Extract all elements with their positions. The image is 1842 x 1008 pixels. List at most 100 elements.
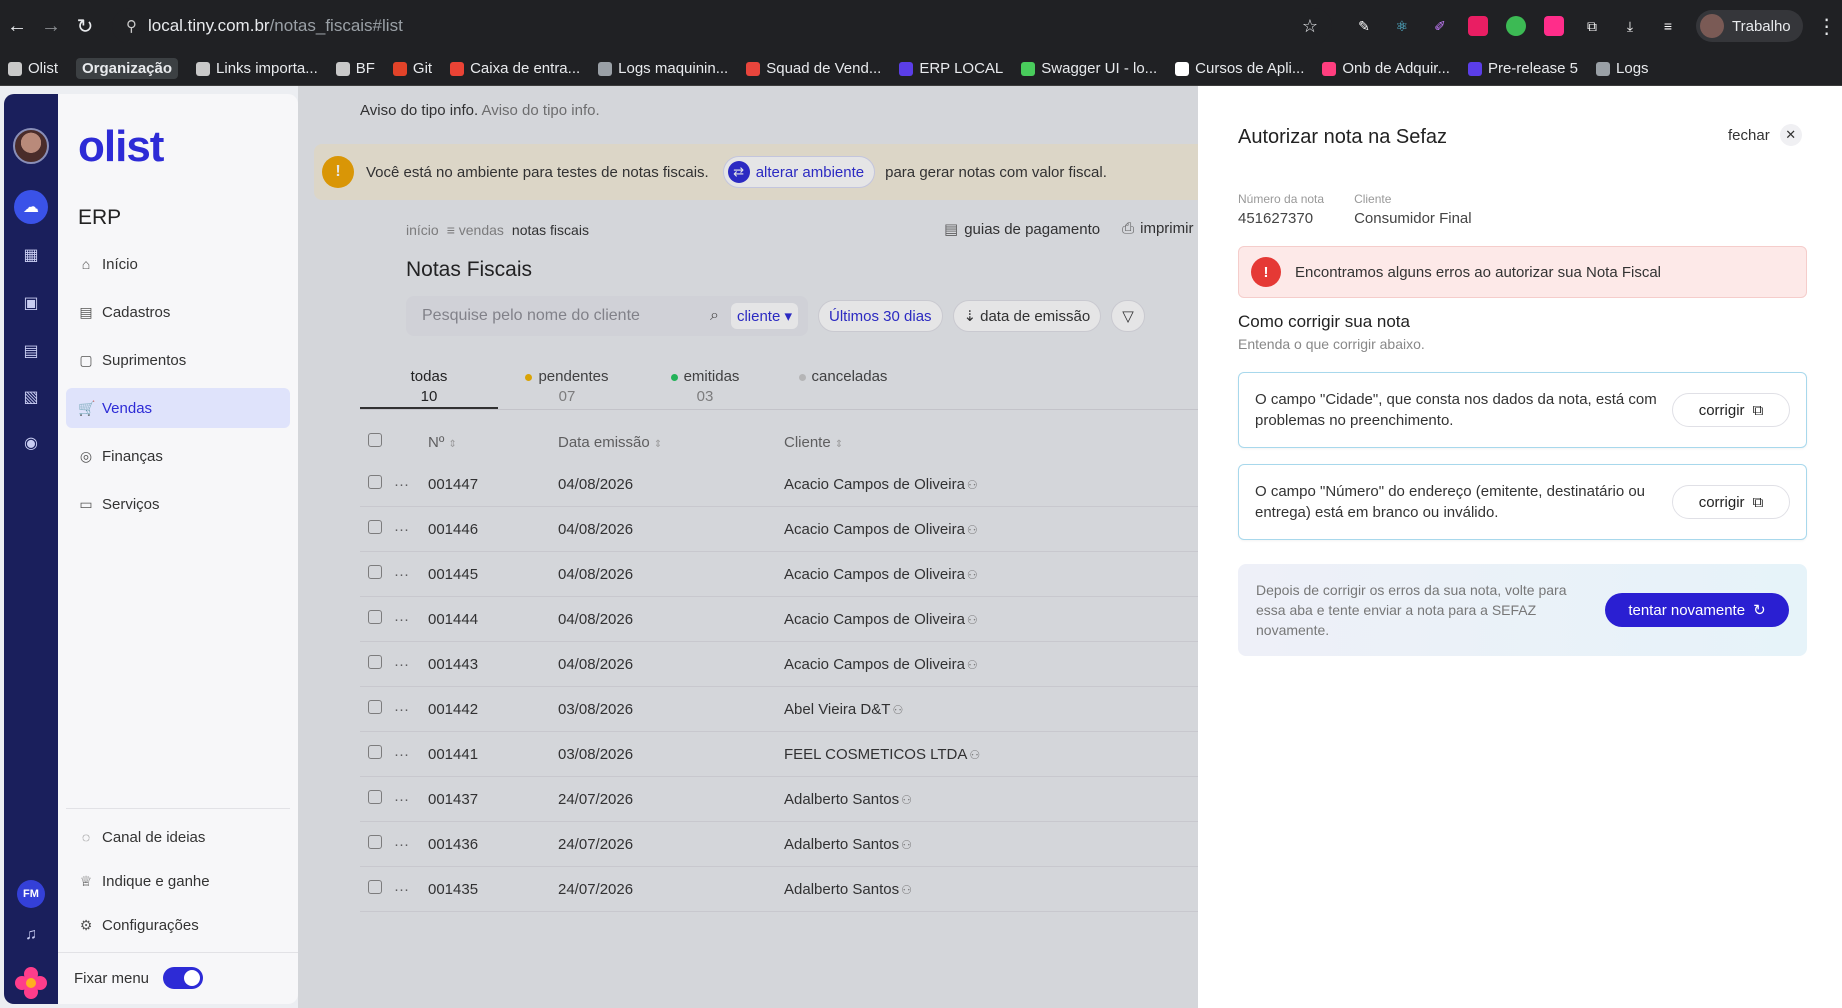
bookmark-item[interactable]: Git (392, 60, 432, 77)
fix-description: O campo "Número" do endereço (emitente, … (1255, 483, 1646, 521)
fix-button[interactable]: corrigir ⧉ (1672, 393, 1790, 427)
sidebar-item-label: Indique e ganhe (102, 872, 210, 890)
coin-icon: ◎ (79, 447, 93, 464)
briefcase-icon: ▭ (79, 495, 93, 512)
error-message: Encontramos alguns erros ao autorizar su… (1295, 263, 1662, 281)
external-link-icon: ⧉ (1752, 401, 1764, 419)
browser-menu-icon[interactable]: ⋮ (1817, 14, 1837, 39)
initials-avatar[interactable]: FM (17, 880, 45, 908)
site-info-icon[interactable]: ⚲ (126, 17, 148, 35)
bookmark-favicon-icon (598, 61, 613, 76)
bookmark-label: Links importa... (216, 60, 318, 77)
bookmark-label: Organização (82, 60, 173, 77)
forward-icon[interactable]: → (34, 9, 68, 43)
pen-extension-icon[interactable]: ✐ (1430, 16, 1450, 36)
bookmark-item[interactable]: Caixa de entra... (450, 60, 580, 77)
sidebar-item[interactable]: ⚙ Configurações (66, 907, 290, 943)
puzzle-extensions-icon[interactable]: ⧉ (1582, 16, 1602, 36)
sidebar-item[interactable]: ♕ Indique e ganhe (66, 863, 290, 899)
close-drawer-button[interactable]: fechar ✕ (1728, 124, 1802, 146)
store-icon[interactable]: ▦ (18, 242, 44, 268)
cloud-app-icon[interactable]: ☁ (14, 190, 48, 224)
authorize-drawer: Autorizar nota na Sefaz fechar ✕ Número … (1198, 86, 1842, 1008)
bookmark-item[interactable]: BF (335, 60, 375, 77)
react-devtools-extension-icon[interactable]: ⚛ (1392, 16, 1412, 36)
bookmark-label: ERP LOCAL (919, 60, 1004, 77)
flower-app-icon[interactable] (12, 964, 50, 1002)
bookmark-label: Caixa de entra... (470, 60, 581, 77)
client-value: Consumidor Final (1354, 210, 1472, 227)
address-bar[interactable]: ⚲ local.tiny.com.br/notas_fiscais#list ☆ (112, 8, 1332, 44)
bookmark-star-icon[interactable]: ☆ (1302, 16, 1318, 37)
color-extension-icon[interactable] (1468, 16, 1488, 36)
bookmark-item[interactable]: Pre-release 5 (1467, 60, 1579, 77)
sidebar-item[interactable]: ◎ Finanças (66, 436, 290, 476)
retry-button-label: tentar novamente (1628, 601, 1746, 619)
bookmark-item[interactable]: Squad de Vend... (746, 60, 881, 77)
gear-icon: ⚙ (79, 916, 93, 933)
bookmark-item[interactable]: Links importa... (196, 60, 318, 77)
user-avatar[interactable] (13, 128, 49, 164)
profile-label: Trabalho (1732, 17, 1791, 35)
bag-icon[interactable]: ▣ (18, 290, 44, 316)
shop-icon[interactable]: ▤ (18, 338, 44, 364)
external-link-icon: ⧉ (1752, 493, 1764, 511)
back-icon[interactable]: ← (0, 9, 34, 43)
trophy-icon: ♕ (79, 872, 93, 889)
bookmark-favicon-icon (392, 61, 407, 76)
olist-logo[interactable]: olist (78, 122, 164, 172)
retry-button[interactable]: tentar novamente ↻ (1605, 593, 1789, 627)
sidebar-item[interactable]: ▤ Cadastros (66, 292, 290, 332)
bookmark-favicon-icon (1467, 61, 1482, 76)
bookmark-favicon-icon (1021, 61, 1036, 76)
howto-section: Como corrigir sua nota Entenda o que cor… (1238, 312, 1425, 352)
bookmark-item[interactable]: Onb de Adquir... (1322, 60, 1450, 77)
bookmark-label: Pre-release 5 (1487, 60, 1579, 77)
bookmark-item[interactable]: Logs maquinin... (598, 60, 728, 77)
drawer-title: Autorizar nota na Sefaz (1238, 126, 1448, 148)
bell-icon[interactable]: ♫ (18, 922, 44, 948)
image-icon[interactable]: ▧ (18, 384, 44, 410)
bookmark-label: Onb de Adquir... (1342, 60, 1450, 77)
bookmark-item[interactable]: ERP LOCAL (899, 60, 1003, 77)
sidebar-item[interactable]: ▢ Suprimentos (66, 340, 290, 380)
sidebar-item-label: Canal de ideias (102, 828, 206, 846)
bookmark-favicon-icon (1322, 61, 1337, 76)
fix-menu-toggle[interactable] (163, 967, 204, 989)
sidebar-item[interactable]: ⌂ Início (66, 244, 290, 284)
sidebar-item[interactable]: ◌ Canal de ideias (66, 819, 290, 855)
sidebar-item-label: Cadastros (102, 303, 171, 321)
refresh-icon: ↻ (1753, 602, 1766, 619)
fix-button[interactable]: corrigir ⧉ (1672, 485, 1790, 519)
error-alert: ! Encontramos alguns erros ao autorizar … (1238, 246, 1807, 298)
lightbulb-icon: ◌ (81, 829, 91, 845)
bookmark-item[interactable]: Cursos de Apli... (1175, 60, 1304, 77)
bookmark-item[interactable]: Olist (8, 60, 58, 77)
retry-instructions: Depois de corrigir os erros da sua nota,… (1256, 582, 1567, 638)
close-icon[interactable]: ✕ (1779, 124, 1802, 146)
close-label: fechar (1728, 126, 1770, 144)
bookmark-label: Logs maquinin... (618, 60, 729, 77)
pink-extension-icon[interactable] (1544, 16, 1564, 36)
howto-title: Como corrigir sua nota (1238, 312, 1410, 331)
retry-panel: Depois de corrigir os erros da sua nota,… (1238, 564, 1807, 656)
bookmark-item[interactable]: Organização (76, 58, 179, 79)
sidebar-item[interactable]: ▭ Serviços (66, 484, 290, 524)
bookmark-label: Cursos de Apli... (1195, 60, 1305, 77)
coins-icon[interactable]: ◉ (18, 430, 44, 456)
download-icon[interactable]: ⤓ (1620, 16, 1640, 36)
bookmark-favicon-icon (1175, 61, 1190, 76)
bookmark-item[interactable]: Logs (1596, 60, 1649, 77)
eyedropper-extension-icon[interactable]: ✎ (1354, 16, 1374, 36)
sidebar-item[interactable]: 🛒 Vendas (66, 388, 290, 428)
bookmark-favicon-icon (899, 61, 914, 76)
fix-button-label: corrigir (1698, 401, 1745, 419)
reload-icon[interactable]: ↻ (68, 9, 102, 43)
chrome-extension-icon[interactable] (1506, 16, 1526, 36)
browser-toolbar: ← → ↻ ⚲ local.tiny.com.br/notas_fiscais#… (0, 0, 1842, 52)
media-control-icon[interactable]: ≡ (1658, 16, 1678, 36)
bookmark-item[interactable]: Swagger UI - lo... (1021, 60, 1157, 77)
profile-button[interactable]: Trabalho (1696, 10, 1803, 42)
drawer-backdrop[interactable] (298, 86, 1198, 1008)
sidebar-section-title: ERP (78, 206, 122, 229)
